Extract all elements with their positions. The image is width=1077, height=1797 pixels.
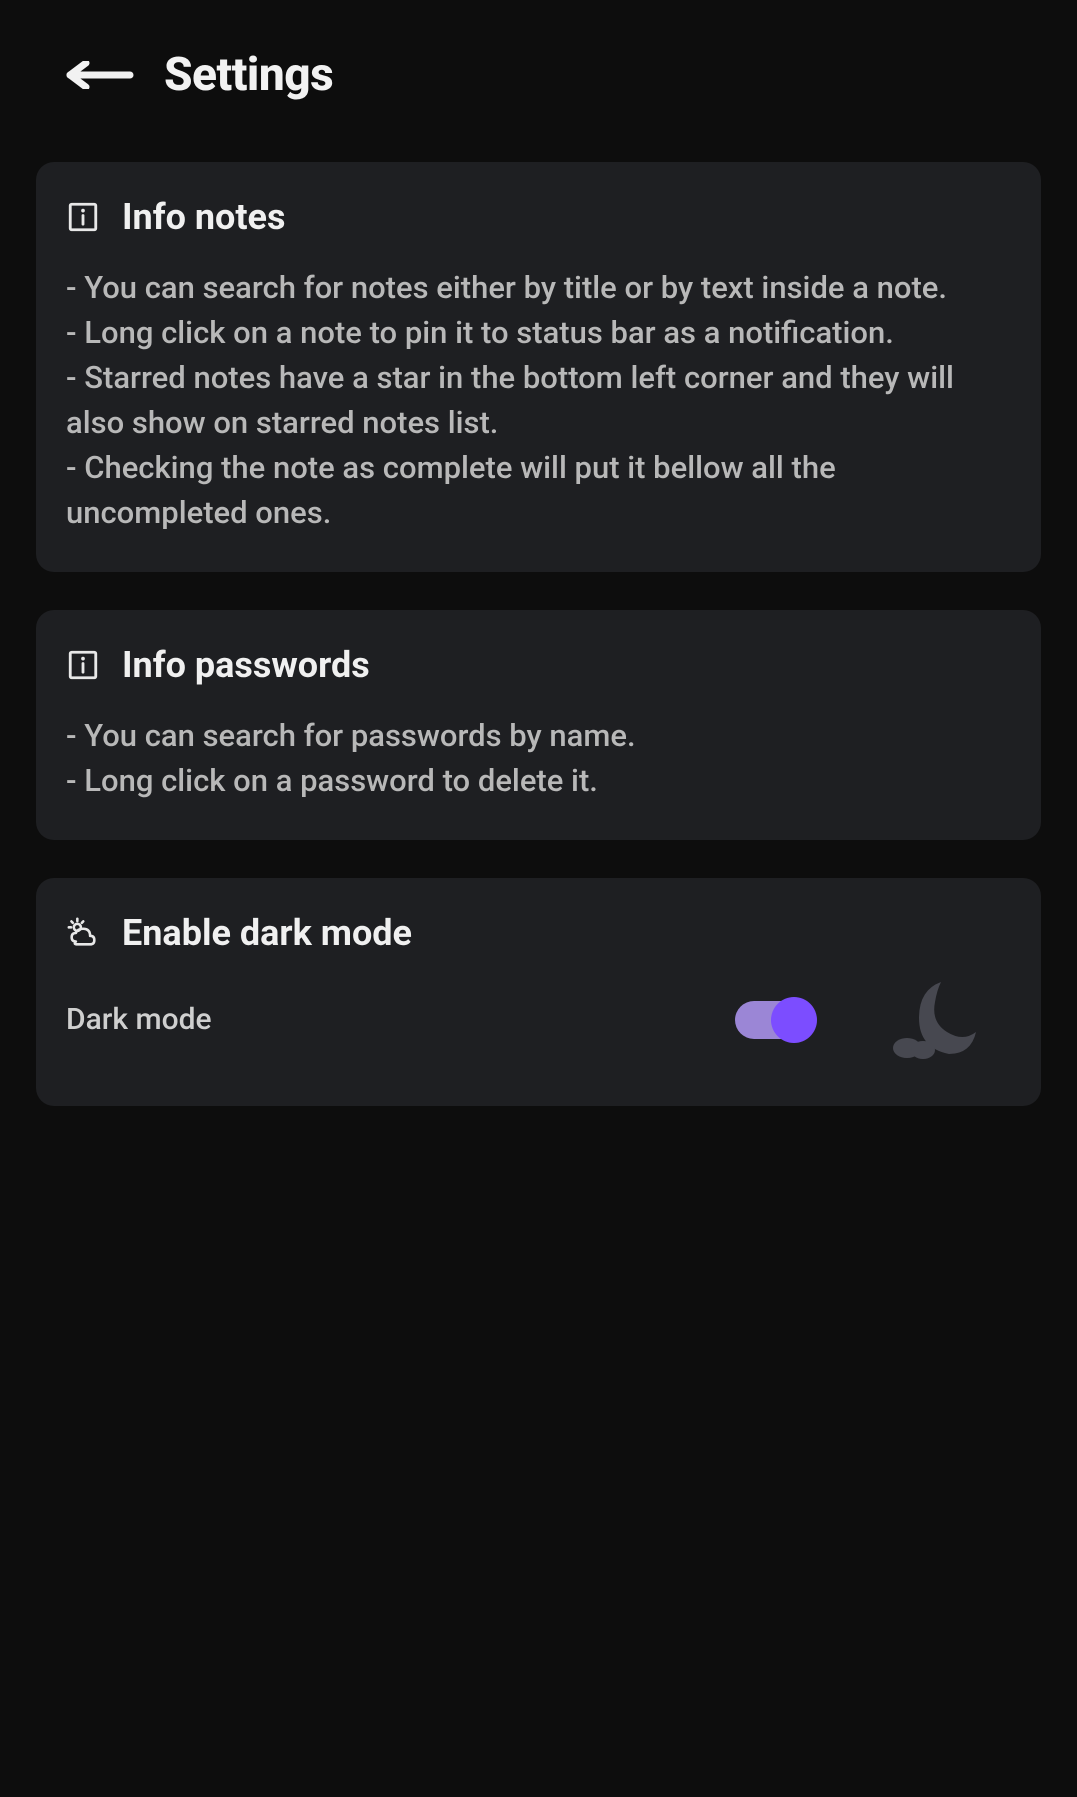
info-line: - Starred notes have a star in the botto… <box>66 356 1011 446</box>
info-line: - You can search for notes either by tit… <box>66 266 1011 311</box>
dark-mode-toggle[interactable] <box>735 1001 813 1039</box>
dark-mode-label: Dark mode <box>66 1002 212 1037</box>
info-line: - Checking the note as complete will put… <box>66 446 1011 536</box>
info-notes-card: Info notes - You can search for notes ei… <box>36 162 1041 572</box>
info-passwords-card: Info passwords - You can search for pass… <box>36 610 1041 840</box>
toggle-knob <box>771 997 817 1043</box>
info-icon <box>66 648 100 682</box>
info-icon <box>66 200 100 234</box>
card-title: Info notes <box>122 196 285 238</box>
arrow-left-icon <box>64 61 134 89</box>
back-button[interactable] <box>64 55 134 95</box>
app-header: Settings <box>0 0 1077 130</box>
content: Info notes - You can search for notes ei… <box>0 162 1077 1106</box>
card-header: Enable dark mode <box>66 912 1011 954</box>
dark-mode-row: Dark mode <box>66 970 1011 1070</box>
dark-mode-card: Enable dark mode Dark mode <box>36 878 1041 1106</box>
info-line: - Long click on a password to delete it. <box>66 759 1011 804</box>
info-line: - You can search for passwords by name. <box>66 714 1011 759</box>
info-line: - Long click on a note to pin it to stat… <box>66 311 1011 356</box>
card-title: Enable dark mode <box>122 912 412 954</box>
card-header: Info notes <box>66 196 1011 238</box>
card-title: Info passwords <box>122 644 370 686</box>
page-title: Settings <box>164 48 333 102</box>
card-header: Info passwords <box>66 644 1011 686</box>
night-moon-icon <box>881 970 981 1070</box>
sun-cloud-icon <box>66 916 100 950</box>
